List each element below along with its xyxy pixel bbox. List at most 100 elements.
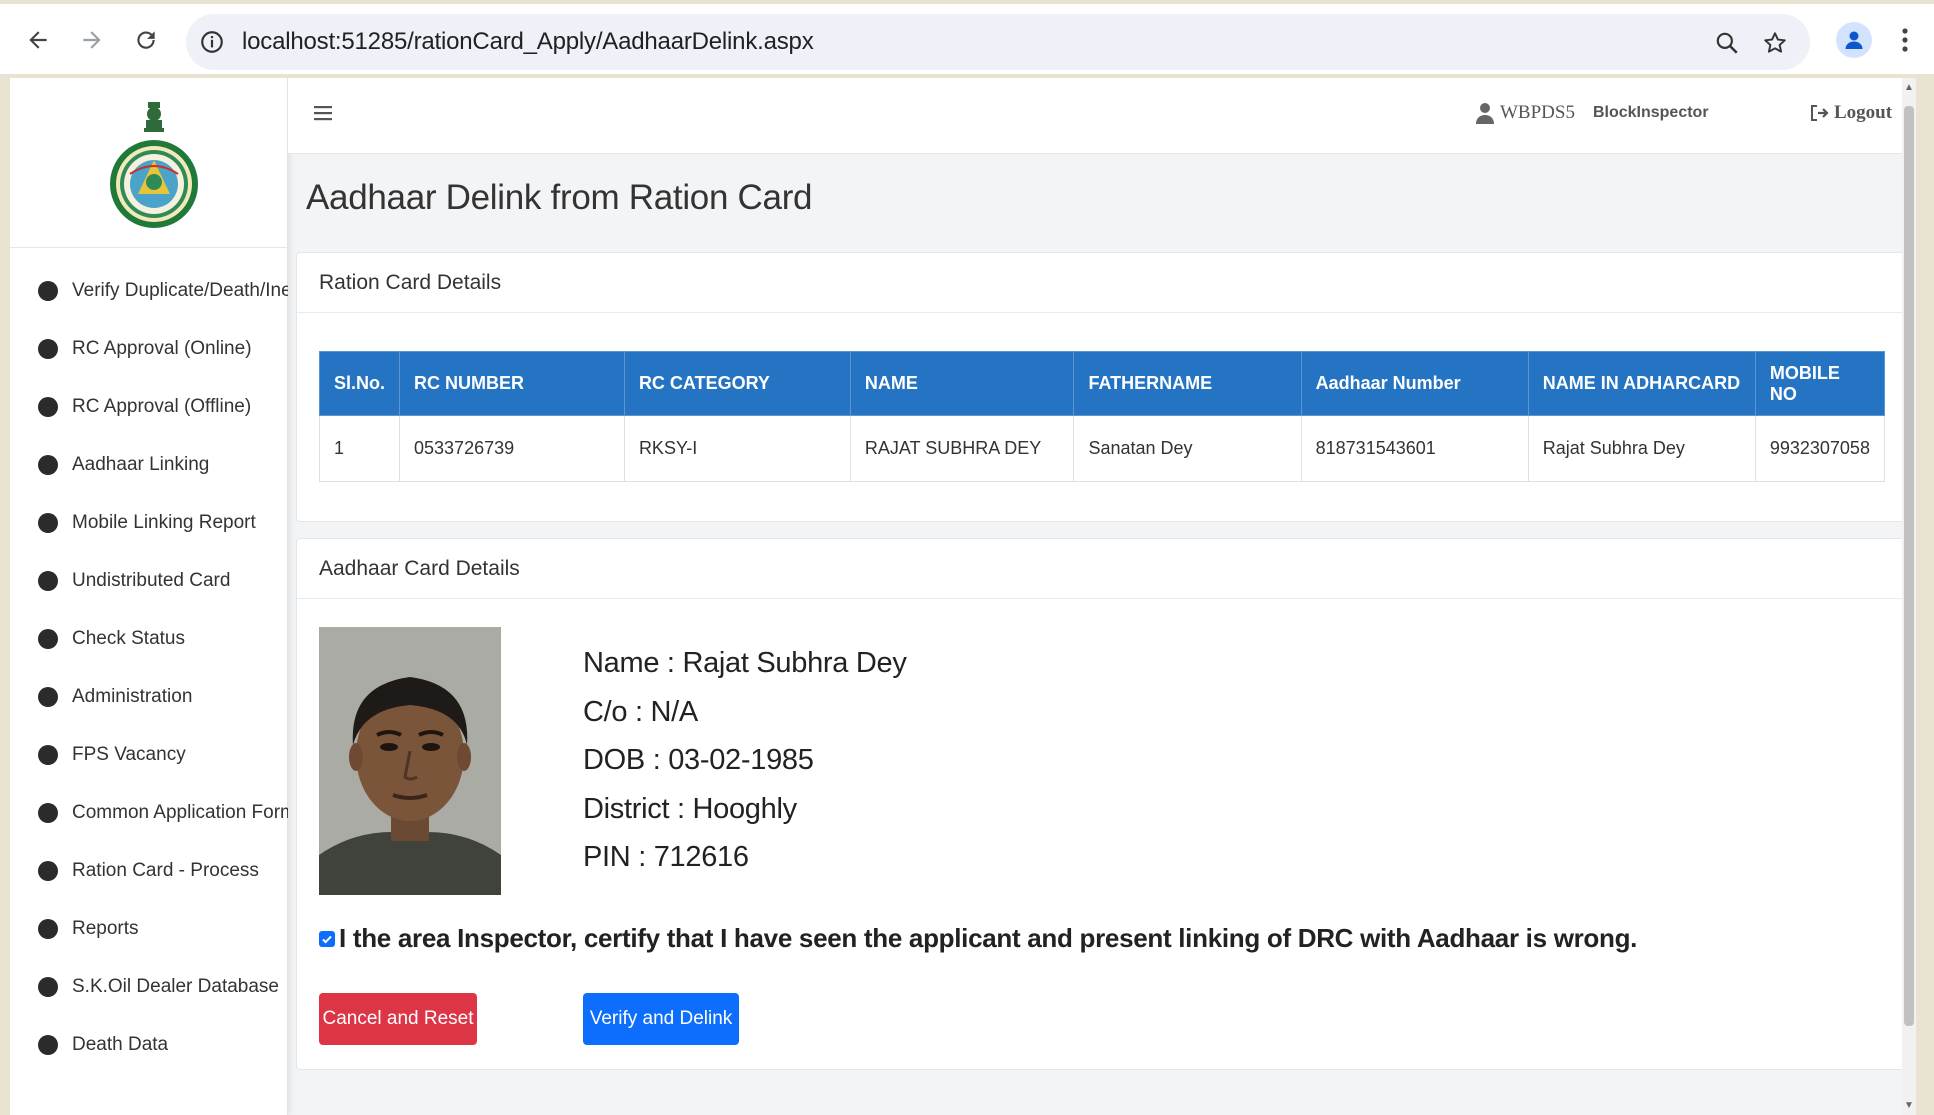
bullet-icon	[38, 455, 58, 475]
reload-button[interactable]	[128, 22, 164, 58]
bullet-icon	[38, 687, 58, 707]
column-header: RC CATEGORY	[623, 351, 851, 416]
sign-out-icon	[1811, 105, 1829, 121]
logout-link[interactable]: Logout	[1810, 102, 1892, 124]
section-title: Aadhaar Card Details	[297, 539, 1907, 599]
bullet-icon	[38, 745, 58, 765]
sidebar-item-aadhaar-linking[interactable]: Aadhaar Linking	[10, 436, 288, 494]
sidebar-item-mobile-linking-report[interactable]: Mobile Linking Report	[10, 494, 288, 552]
sidebar-item-ration-card-process[interactable]: Ration Card - Process	[10, 842, 288, 900]
column-header: Sl.No.	[318, 351, 401, 416]
bullet-icon	[38, 861, 58, 881]
detail-key: PIN :	[583, 841, 654, 873]
verify-delink-button[interactable]: Verify and Delink	[583, 993, 739, 1045]
sidebar-item-label: Aadhaar Linking	[72, 454, 210, 475]
back-button[interactable]	[20, 22, 56, 58]
zoom-icon[interactable]	[1712, 28, 1742, 58]
column-header: NAME IN ADHARCARD	[1527, 351, 1756, 416]
detail-value: Hooghly	[692, 792, 797, 825]
detail-district: District : Hooghly	[583, 785, 907, 834]
sidebar-item-label: FPS Vacancy	[72, 744, 186, 765]
arrow-right-icon	[83, 31, 101, 49]
sidebar-item-rc-approval-offline[interactable]: RC Approval (Offline)	[10, 378, 288, 436]
detail-value: 03-02-1985	[668, 744, 814, 776]
logout-label: Logout	[1834, 102, 1893, 123]
bookmark-star-icon[interactable]	[1760, 28, 1790, 58]
ration-card-table: Sl.No. RC NUMBER RC CATEGORY NAME FATHER…	[318, 351, 1886, 482]
table-cell: Sanatan Dey	[1073, 415, 1302, 482]
detail-key: District :	[583, 792, 693, 825]
bullet-icon	[38, 803, 58, 823]
sidebar-item-administration[interactable]: Administration	[10, 668, 288, 726]
sidebar-item-label: Death Data	[72, 1034, 169, 1055]
table-cell: 818731543601	[1300, 415, 1529, 482]
detail-dob: DOB : 03-02-1985	[583, 736, 907, 785]
detail-care-of: C/o : N/A	[583, 688, 907, 737]
sidebar-menu: Verify Duplicate/Death/Inelig RC Approva…	[10, 262, 288, 1074]
url-text[interactable]: localhost:51285/rationCard_Apply/Aadhaar…	[242, 28, 814, 56]
table-cell: Rajat Subhra Dey	[1527, 415, 1756, 482]
site-info-icon[interactable]	[198, 28, 226, 56]
detail-pin: PIN : 712616	[583, 833, 907, 882]
sidebar-item-label: Mobile Linking Report	[72, 512, 256, 533]
app-window: Verify Duplicate/Death/Inelig RC Approva…	[10, 78, 1916, 1115]
sidebar-item-label: Common Application Form	[72, 802, 288, 823]
table-cell: 1	[318, 415, 401, 482]
sidebar-item-label: S.K.Oil Dealer Database	[72, 976, 279, 997]
table-cell: 0533726739	[399, 415, 625, 482]
sidebar-item-sk-oil-dealer-database[interactable]: S.K.Oil Dealer Database	[10, 958, 288, 1016]
sidebar-item-check-status[interactable]: Check Status	[10, 610, 288, 668]
top-header: WBPDS5 BlockInspector Logout	[288, 78, 1902, 154]
page-title: Aadhaar Delink from Ration Card	[306, 178, 813, 217]
detail-value: N/A	[650, 695, 699, 728]
reload-icon	[137, 31, 155, 49]
bullet-icon	[38, 977, 58, 997]
scroll-up-icon[interactable]: ▲	[1904, 82, 1914, 93]
user-name: WBPDS5	[1500, 102, 1575, 123]
bullet-icon	[38, 339, 58, 359]
address-bar[interactable]: localhost:51285/rationCard_Apply/Aadhaar…	[186, 14, 1810, 70]
profile-avatar[interactable]	[1836, 22, 1872, 58]
sidebar-item-label: Check Status	[72, 628, 185, 649]
table-cell: RAJAT SUBHRA DEY	[849, 415, 1075, 482]
bullet-icon	[38, 513, 58, 533]
sidebar-item-label: RC Approval (Offline)	[72, 396, 252, 417]
browser-menu-button[interactable]	[1890, 22, 1920, 58]
detail-key: Name :	[583, 647, 683, 679]
person-icon	[1845, 31, 1863, 49]
table-cell: RKSY-I	[623, 415, 851, 482]
sidebar-item-verify-duplicate[interactable]: Verify Duplicate/Death/Inelig	[10, 262, 288, 320]
sidebar-item-label: Verify Duplicate/Death/Inelig	[72, 280, 288, 301]
cancel-reset-button[interactable]: Cancel and Reset	[319, 993, 477, 1045]
scrollbar-thumb[interactable]	[1904, 106, 1914, 1026]
bullet-icon	[38, 571, 58, 591]
sidebar-item-reports[interactable]: Reports	[10, 900, 288, 958]
ration-card-details-card: Ration Card Details Sl.No. RC NUMBER RC …	[296, 252, 1908, 522]
detail-key: C/o :	[583, 695, 651, 728]
sidebar-item-label: Ration Card - Process	[72, 860, 259, 881]
more-vert-icon	[1902, 28, 1908, 52]
browser-toolbar: localhost:51285/rationCard_Apply/Aadhaar…	[0, 0, 1934, 74]
government-emblem-logo	[110, 102, 198, 228]
sidebar-item-rc-approval-online[interactable]: RC Approval (Online)	[10, 320, 288, 378]
bullet-icon	[38, 281, 58, 301]
hamburger-menu-icon[interactable]	[314, 102, 340, 128]
detail-value: 712616	[653, 841, 749, 873]
sidebar-item-fps-vacancy[interactable]: FPS Vacancy	[10, 726, 288, 784]
user-role: BlockInspector	[1592, 104, 1709, 121]
sidebar-item-undistributed-card[interactable]: Undistributed Card	[10, 552, 288, 610]
scroll-down-icon[interactable]: ▼	[1904, 1100, 1914, 1111]
bullet-icon	[38, 919, 58, 939]
sidebar-item-label: RC Approval (Online)	[72, 338, 252, 359]
certification-checkbox[interactable]	[319, 930, 335, 947]
table-cell: 9932307058	[1754, 415, 1886, 482]
logo-area	[10, 78, 288, 248]
detail-name: Name : Rajat Subhra Dey	[583, 639, 907, 688]
sidebar-item-common-application-form[interactable]: Common Application Form	[10, 784, 288, 842]
sidebar-item-label: Reports	[72, 918, 139, 939]
sidebar: Verify Duplicate/Death/Inelig RC Approva…	[10, 78, 288, 1115]
sidebar-item-death-data[interactable]: Death Data	[10, 1016, 288, 1074]
column-header: RC NUMBER	[399, 351, 625, 416]
forward-button[interactable]	[74, 22, 110, 58]
aadhaar-details-list: Name : Rajat Subhra Dey C/o : N/A DOB : …	[583, 639, 907, 882]
